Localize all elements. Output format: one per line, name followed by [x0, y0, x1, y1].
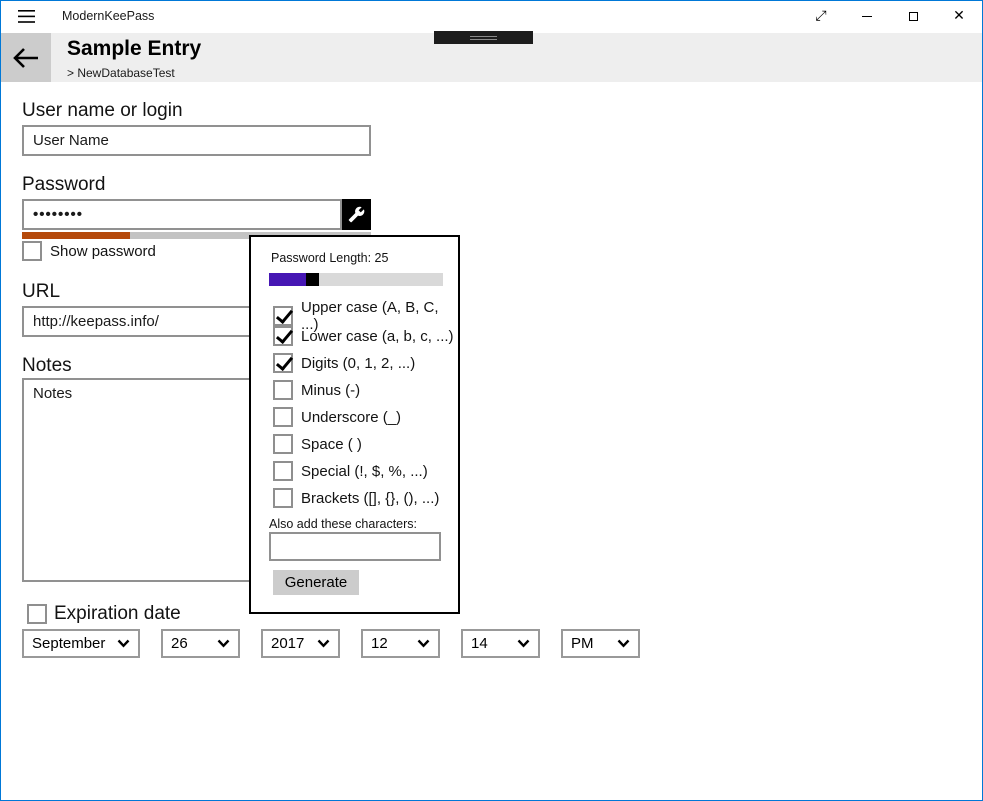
fullscreen-button[interactable]: ⤢	[798, 1, 844, 31]
chevron-down-icon	[417, 639, 430, 648]
chevron-down-icon	[617, 639, 630, 648]
slider-track	[319, 273, 443, 286]
minute-dropdown[interactable]: 14	[461, 629, 540, 658]
wrench-icon	[348, 206, 365, 223]
page-title: Sample Entry	[67, 37, 201, 61]
slider-fill	[269, 273, 306, 286]
expiration-label: Expiration date	[54, 603, 181, 625]
app-window: ModernKeePass ⤢ ✕ Sample Entry > NewData…	[0, 0, 983, 801]
brackets-checkbox[interactable]	[273, 488, 293, 508]
space-checkbox[interactable]	[273, 434, 293, 454]
minute-value: 14	[471, 635, 511, 652]
generate-button[interactable]: Generate	[273, 570, 359, 595]
appbar-grabber[interactable]	[434, 31, 533, 44]
show-password-label: Show password	[50, 243, 156, 260]
space-label: Space ( )	[301, 436, 362, 453]
underscore-checkbox[interactable]	[273, 407, 293, 427]
password-generator-popup: Password Length: 25 Upper case (A, B, C,…	[249, 235, 460, 614]
underscore-label: Underscore (_)	[301, 409, 401, 426]
fullscreen-icon: ⤢	[815, 8, 826, 24]
hour-value: 12	[371, 635, 411, 652]
digits-checkbox[interactable]	[273, 353, 293, 373]
generator-option-row: Underscore (_)	[273, 407, 401, 427]
password-generator-button[interactable]	[342, 199, 371, 230]
upper-case-checkbox[interactable]	[273, 306, 293, 326]
day-value: 26	[171, 635, 211, 652]
chevron-down-icon	[117, 639, 130, 648]
year-value: 2017	[271, 635, 311, 652]
caption-controls: ⤢ ✕	[798, 1, 982, 31]
close-icon: ✕	[953, 8, 965, 24]
minimize-icon	[862, 16, 872, 17]
month-value: September	[32, 635, 111, 652]
also-add-label: Also add these characters:	[269, 517, 417, 531]
also-add-input[interactable]	[269, 532, 441, 561]
back-arrow-icon	[13, 47, 39, 69]
special-checkbox[interactable]	[273, 461, 293, 481]
password-input[interactable]	[22, 199, 342, 230]
generator-option-row: Minus (-)	[273, 380, 360, 400]
year-dropdown[interactable]: 2017	[261, 629, 340, 658]
lower-case-label: Lower case (a, b, c, ...)	[301, 328, 454, 345]
close-button[interactable]: ✕	[936, 1, 982, 31]
generator-option-row: Special (!, $, %, ...)	[273, 461, 428, 481]
expiration-row: Expiration date	[27, 603, 181, 625]
grabber-icon	[470, 36, 497, 40]
minus-checkbox[interactable]	[273, 380, 293, 400]
username-label: User name or login	[22, 100, 183, 122]
expiration-checkbox[interactable]	[27, 604, 47, 624]
generator-option-row: Lower case (a, b, c, ...)	[273, 326, 454, 346]
chevron-down-icon	[517, 639, 530, 648]
hamburger-menu-button[interactable]	[8, 3, 44, 30]
generator-option-row: Digits (0, 1, 2, ...)	[273, 353, 415, 373]
generator-option-row: Brackets ([], {}, (), ...)	[273, 488, 439, 508]
slider-thumb[interactable]	[306, 273, 319, 286]
password-label: Password	[22, 174, 105, 196]
hour-dropdown[interactable]: 12	[361, 629, 440, 658]
special-label: Special (!, $, %, ...)	[301, 463, 428, 480]
generator-option-row: Space ( )	[273, 434, 362, 454]
minus-label: Minus (-)	[301, 382, 360, 399]
password-length-label: Password Length: 25	[271, 251, 388, 265]
chevron-down-icon	[217, 639, 230, 648]
titlebar: ModernKeePass ⤢ ✕	[1, 1, 982, 32]
password-strength-fill	[22, 232, 130, 239]
day-dropdown[interactable]: 26	[161, 629, 240, 658]
url-label: URL	[22, 281, 60, 303]
notes-label: Notes	[22, 355, 72, 377]
app-title: ModernKeePass	[62, 9, 154, 23]
ampm-dropdown[interactable]: PM	[561, 629, 640, 658]
lower-case-checkbox[interactable]	[273, 326, 293, 346]
maximize-icon	[909, 12, 918, 21]
ampm-value: PM	[571, 635, 611, 652]
show-password-checkbox[interactable]	[22, 241, 42, 261]
chevron-down-icon	[317, 639, 330, 648]
minimize-button[interactable]	[844, 1, 890, 31]
brackets-label: Brackets ([], {}, (), ...)	[301, 490, 439, 507]
show-password-row: Show password	[22, 241, 156, 261]
maximize-button[interactable]	[890, 1, 936, 31]
month-dropdown[interactable]: September	[22, 629, 140, 658]
digits-label: Digits (0, 1, 2, ...)	[301, 355, 415, 372]
breadcrumb: > NewDatabaseTest	[67, 66, 175, 80]
password-length-slider[interactable]	[269, 273, 443, 286]
back-button[interactable]	[1, 33, 51, 82]
username-input[interactable]	[22, 125, 371, 156]
hamburger-icon	[18, 10, 35, 23]
